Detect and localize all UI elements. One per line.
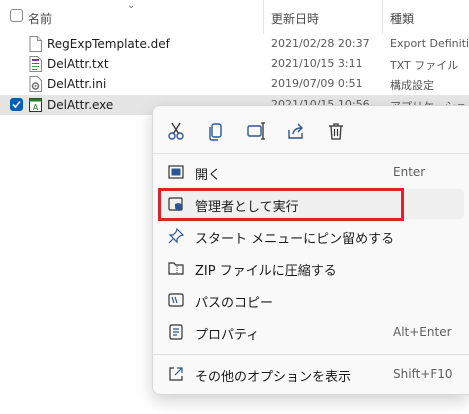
column-date-header[interactable]: 更新日時 <box>271 10 319 27</box>
zip-icon <box>168 262 184 275</box>
menu-item-label: パスのコピー <box>195 296 274 311</box>
column-header: ⌄ 名前 更新日時 種類 <box>0 0 469 34</box>
file-name: DelAttr.ini <box>47 77 107 91</box>
file-name: DelAttr.txt <box>47 57 109 71</box>
menu-item-label: 開く <box>195 168 222 183</box>
more-options-icon <box>169 367 183 381</box>
menu-item-shortcut: Alt+Enter <box>393 325 452 339</box>
file-name: DelAttr.exe <box>47 98 114 112</box>
share-icon[interactable] <box>284 119 308 143</box>
file-type: TXT ファイル <box>390 59 459 72</box>
ini-file-icon <box>29 76 42 92</box>
select-all-checkbox[interactable] <box>10 9 23 22</box>
file-row[interactable]: RegExpTemplate.def 2021/02/28 20:37 Expo… <box>0 34 469 54</box>
open-icon <box>168 165 184 179</box>
column-type-header[interactable]: 種類 <box>390 10 414 27</box>
file-type: 構成設定 <box>390 79 434 92</box>
file-name: RegExpTemplate.def <box>47 37 170 51</box>
exe-file-icon: A <box>29 98 42 112</box>
file-type: Export Definition <box>390 37 469 50</box>
menu-item-compress-zip[interactable]: ZIP ファイルに圧縮する <box>159 253 464 283</box>
menu-item-label: プロパティ <box>195 328 260 343</box>
menu-item-pin-start[interactable]: スタート メニューにピン留めする <box>159 221 464 251</box>
menu-item-copy-path[interactable]: パスのコピー <box>159 285 464 315</box>
menu-item-shortcut: Enter <box>393 165 426 179</box>
file-row[interactable]: DelAttr.txt 2021/10/15 3:11 TXT ファイル <box>0 54 469 74</box>
menu-item-open[interactable]: 開く Enter <box>159 157 464 187</box>
def-file-icon <box>29 36 42 52</box>
highlight-box <box>158 188 404 221</box>
menu-item-shortcut: Shift+F10 <box>393 367 453 381</box>
file-date: 2021/02/28 20:37 <box>271 37 370 50</box>
file-date: 2021/10/15 3:11 <box>271 57 363 70</box>
file-date: 2019/07/09 0:51 <box>271 77 363 90</box>
menu-item-label: その他のオプションを表示 <box>195 370 352 385</box>
txt-file-icon <box>29 56 42 72</box>
menu-separator <box>153 354 469 355</box>
properties-icon <box>169 324 183 340</box>
copy-path-icon <box>168 293 184 307</box>
menu-item-label: ZIP ファイルに圧縮する <box>195 264 337 279</box>
pin-icon <box>168 228 184 244</box>
menu-item-more-options[interactable]: その他のオプションを表示 Shift+F10 <box>159 359 464 389</box>
sort-chevron-icon: ⌄ <box>127 0 136 11</box>
menu-item-properties[interactable]: プロパティ Alt+Enter <box>159 317 464 347</box>
checkmark-icon <box>12 100 21 109</box>
rename-icon[interactable] <box>244 119 268 143</box>
file-row[interactable]: DelAttr.ini 2019/07/09 0:51 構成設定 <box>0 74 469 94</box>
menu-item-label: スタート メニューにピン留めする <box>195 232 395 247</box>
menu-separator <box>153 153 469 154</box>
cut-icon[interactable] <box>164 119 188 143</box>
column-separator[interactable] <box>263 0 264 34</box>
column-separator[interactable] <box>382 0 383 34</box>
delete-icon[interactable] <box>324 119 348 143</box>
context-menu: 開く Enter 管理者として実行 スタート メニューにピン留めする ZIP フ… <box>152 105 469 395</box>
column-name-header[interactable]: 名前 <box>28 10 52 27</box>
row-checkbox[interactable] <box>10 98 23 111</box>
copy-icon[interactable] <box>204 119 228 143</box>
svg-text:A: A <box>33 103 39 112</box>
